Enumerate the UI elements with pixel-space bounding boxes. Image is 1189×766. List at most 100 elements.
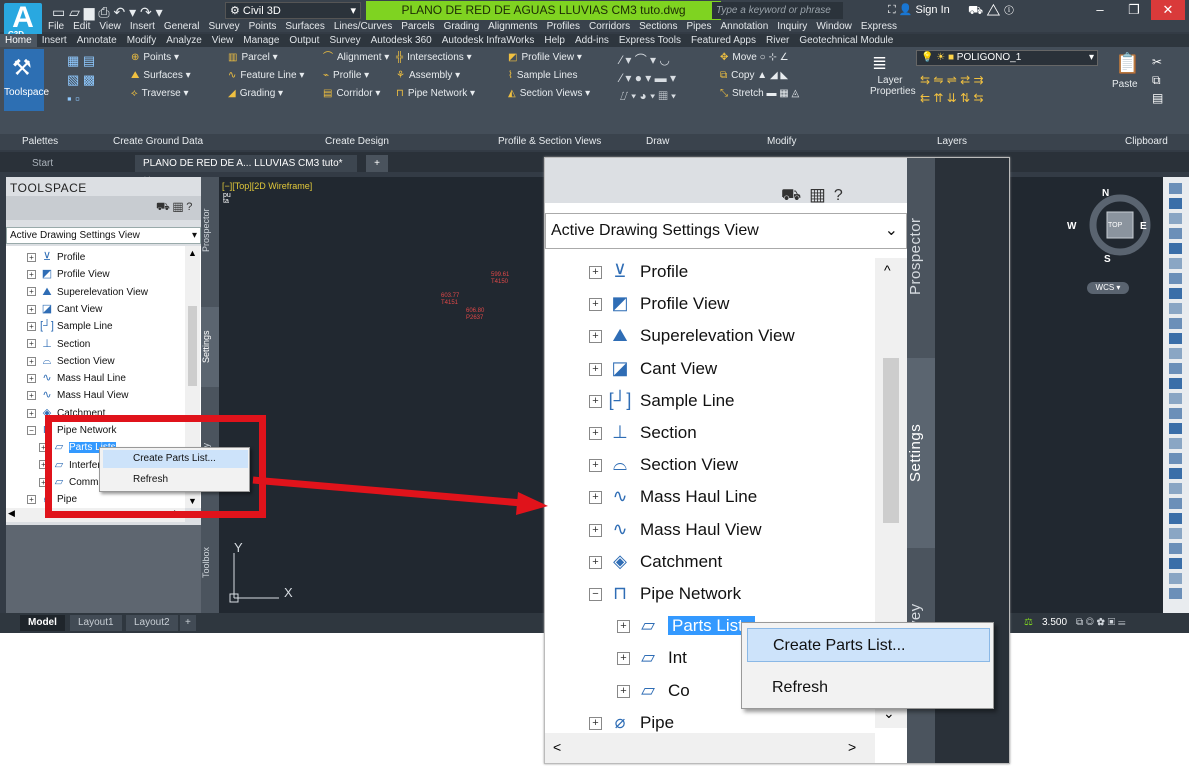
palette-tool-icon[interactable]	[1169, 333, 1182, 344]
menu-item[interactable]: Pipes	[686, 21, 711, 32]
zoom-view-dropdown[interactable]: Active Drawing Settings View ⌄	[545, 213, 907, 249]
profile-view-button[interactable]: ◩ Profile View ▾	[508, 52, 582, 64]
menu-item[interactable]: Express	[861, 21, 897, 32]
palette-tool-icon[interactable]	[1169, 258, 1182, 269]
zoom-horizontal-scrollbar[interactable]: < >	[545, 733, 875, 763]
expand-icon[interactable]: +	[589, 394, 602, 408]
expand-icon[interactable]: +	[589, 266, 602, 280]
compass-east[interactable]: E	[1140, 221, 1147, 232]
layer-properties-button[interactable]: Layer Properties	[870, 75, 916, 97]
scrollbar-thumb[interactable]	[883, 358, 899, 523]
compass-north[interactable]: N	[1102, 188, 1109, 199]
menu-item[interactable]: Grading	[444, 21, 480, 32]
intersections-button[interactable]: ╬ Intersections ▾	[396, 52, 472, 64]
ribbon-tab[interactable]: Autodesk 360	[366, 34, 437, 47]
tab-layout2[interactable]: Layout2	[126, 615, 178, 631]
tab-prospector[interactable]: Prospector	[201, 185, 219, 275]
palette-tool-icon[interactable]	[1169, 543, 1182, 554]
ribbon-tab[interactable]: Output	[284, 34, 324, 47]
ribbon-panel-title[interactable]: Clipboard	[1125, 134, 1168, 150]
menu-item[interactable]: Sections	[639, 21, 677, 32]
tree-item[interactable]: + ⊻ Profile	[589, 255, 899, 287]
palette-tool-icon[interactable]	[1169, 573, 1182, 584]
expand-icon[interactable]: +	[27, 252, 36, 262]
palette-tool-icon[interactable]	[1169, 318, 1182, 329]
palette-icons[interactable]: ▦ ▤ ▧ ▩ ▪ ▫	[67, 51, 107, 109]
scroll-up-icon[interactable]: ▲	[188, 248, 197, 258]
tree-item[interactable]: + ∿ Mass Haul View	[589, 513, 899, 545]
expand-icon[interactable]: +	[27, 322, 36, 332]
tree-item[interactable]: + ⌓ Section View	[27, 353, 201, 370]
expand-icon[interactable]: +	[589, 555, 602, 569]
toolbar-icons[interactable]: ⛟ ▦ ?	[156, 201, 192, 215]
annotation-scale-icon[interactable]: ⚖	[1024, 613, 1033, 633]
ribbon-panel-title[interactable]: Profile & Section Views	[498, 134, 601, 150]
menu-item[interactable]: Profiles	[547, 21, 580, 32]
exchange-icons[interactable]: ⛟ △ ⓘ	[968, 3, 1014, 19]
palette-tool-icon[interactable]	[1169, 213, 1182, 224]
expand-icon[interactable]: +	[617, 620, 630, 634]
palette-tool-icon[interactable]	[1169, 198, 1182, 209]
palette-tool-icon[interactable]	[1169, 453, 1182, 464]
draw-tools[interactable]: ⁄ ▾ ⌒ ▾ ◡ ⁄ ▾ ● ▾ ▬ ▾ ⌰ ▾ ◕ ▾ ▦ ▾	[620, 51, 676, 105]
maximize-button[interactable]: ❐	[1117, 0, 1151, 20]
expand-icon[interactable]: +	[27, 373, 36, 383]
menu-item[interactable]: Insert	[130, 21, 155, 32]
tree-item[interactable]: + ◪ Cant View	[27, 301, 201, 318]
tab-toolbox[interactable]: Toolbox	[201, 517, 219, 607]
ribbon-tab[interactable]: Express Tools	[614, 34, 686, 47]
assembly-button[interactable]: ⚘ Assembly ▾	[396, 70, 460, 82]
cut-copy-icons[interactable]: ✂ ⧉ ▤	[1152, 53, 1163, 107]
copy-button[interactable]: ⧉ Copy ▲ ◢ ◣	[720, 70, 788, 82]
compass-west[interactable]: W	[1067, 221, 1076, 232]
palette-tool-icon[interactable]	[1169, 348, 1182, 359]
menu-item[interactable]: File	[48, 21, 64, 32]
expand-icon[interactable]: +	[589, 459, 602, 473]
tree-item[interactable]: − ⊓ Pipe Network	[589, 577, 899, 609]
expand-icon[interactable]: +	[27, 408, 36, 418]
palette-tool-icon[interactable]	[1169, 483, 1182, 494]
expand-icon[interactable]: +	[27, 270, 36, 280]
wcs-menu[interactable]: WCS ▾	[1087, 282, 1129, 294]
menu-item[interactable]: Surfaces	[285, 21, 324, 32]
menu-item[interactable]: View	[99, 21, 121, 32]
palette-tool-icon[interactable]	[1169, 303, 1182, 314]
palette-tool-icon[interactable]	[1169, 273, 1182, 284]
sample-lines-button[interactable]: ⌇ Sample Lines	[508, 70, 577, 82]
menu-item[interactable]: Lines/Curves	[334, 21, 392, 32]
ribbon-tab[interactable]: Annotate	[72, 34, 122, 47]
tree-item[interactable]: + ◪ Cant View	[589, 352, 899, 384]
expand-icon[interactable]: +	[589, 427, 602, 441]
palette-tool-icon[interactable]	[1169, 183, 1182, 194]
tab-model[interactable]: Model	[20, 615, 65, 631]
tree-item[interactable]: + ∿ Mass Haul View	[27, 387, 201, 404]
viewcube-top[interactable]: TOP	[1108, 222, 1122, 229]
ribbon-tab[interactable]: Survey	[324, 34, 365, 47]
tree-item[interactable]: + ⛰ Superelevation View	[589, 319, 899, 351]
ribbon-tab[interactable]: View	[207, 34, 239, 47]
ribbon-panel-title[interactable]: Modify	[767, 134, 796, 150]
tree-item[interactable]: + ⊥ Section	[589, 416, 899, 448]
menu-item[interactable]: General	[164, 21, 200, 32]
ribbon-tab[interactable]: Modify	[122, 34, 161, 47]
tree-item[interactable]: + ⌓ Section View	[589, 448, 899, 480]
expand-icon[interactable]: +	[589, 330, 602, 344]
tree-item[interactable]: + ⊻ Profile	[27, 249, 201, 266]
expand-icon[interactable]: +	[27, 391, 36, 401]
expand-icon[interactable]: +	[27, 356, 36, 366]
points-button[interactable]: ⊕ Points ▾	[131, 52, 179, 64]
ribbon-panel-title[interactable]: Draw	[646, 134, 669, 150]
ribbon-tab[interactable]: Add-ins	[570, 34, 614, 47]
menu-item[interactable]: Annotation	[720, 21, 768, 32]
palette-tool-icon[interactable]	[1169, 393, 1182, 404]
collapse-icon[interactable]: −	[589, 588, 602, 602]
tree-item[interactable]: + [┘] Sample Line	[589, 384, 899, 416]
palette-tool-icon[interactable]	[1169, 408, 1182, 419]
expand-icon[interactable]: +	[589, 716, 602, 730]
refresh-item[interactable]: Refresh	[747, 671, 990, 705]
status-icons[interactable]: ⧉ ◎ ✿ ▣ ☰	[1076, 613, 1126, 633]
expand-icon[interactable]: +	[617, 652, 630, 666]
expand-icon[interactable]: +	[589, 362, 602, 376]
ribbon-tab[interactable]: Autodesk InfraWorks	[437, 34, 540, 47]
tree-item[interactable]: + ◩ Profile View	[589, 287, 899, 319]
